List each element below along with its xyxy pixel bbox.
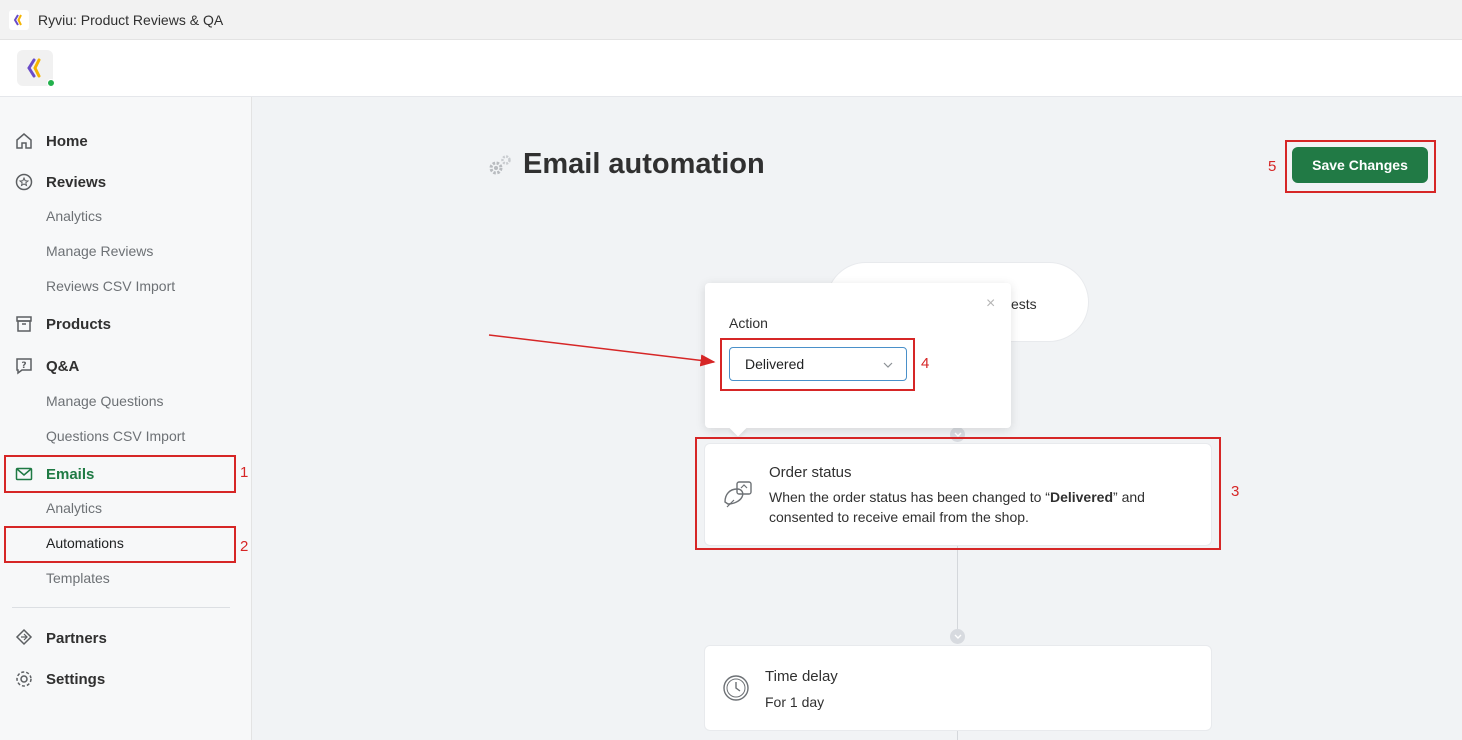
annotation-number-5: 5	[1268, 158, 1277, 175]
annotation-number-4: 4	[921, 355, 930, 372]
annotation-number-1: 1	[240, 464, 249, 481]
annotation-number-2: 2	[240, 538, 249, 555]
annotation-box-5	[1285, 140, 1436, 193]
annotation-box-2	[4, 526, 236, 563]
annotation-box-1	[4, 455, 236, 493]
annotation-number-3: 3	[1231, 483, 1240, 500]
annotation-box-4	[720, 338, 915, 391]
annotation-box-3	[695, 437, 1221, 550]
